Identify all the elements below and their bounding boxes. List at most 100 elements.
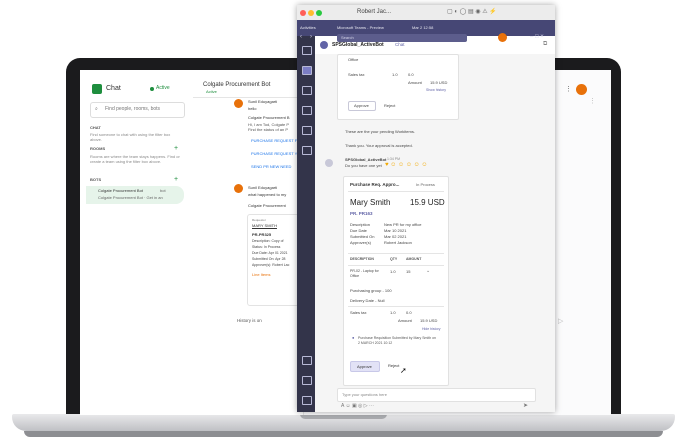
calendar-icon[interactable] xyxy=(302,106,312,115)
search-icon: ⌕ xyxy=(95,106,98,112)
send-icon[interactable]: ➤ xyxy=(523,403,528,409)
bot-list-item[interactable]: Colgate Procurement Bot bot Colgate Proc… xyxy=(86,186,184,204)
compose-box[interactable]: Type your questions here xyxy=(337,388,536,402)
chevron-down-icon[interactable]: ⌄ xyxy=(426,269,430,274)
more-icon[interactable]: ⋮ xyxy=(589,98,596,105)
compose-placeholder: Type your questions here xyxy=(342,392,387,397)
approve-button[interactable]: Approve xyxy=(350,361,380,372)
desc-label: Description xyxy=(350,222,371,227)
reaction-icons[interactable]: ♥ ☺ ☺ ☺ ☺ ☺ xyxy=(385,162,428,168)
pr-due: Due Date: Apr 01 2021 xyxy=(252,251,288,255)
menu-status-icons: ▢ ◐ ◯ ▤ ◉ ⚠ ⚡ xyxy=(447,9,497,15)
bot-name: Colgate Procurement Bot xyxy=(98,188,143,193)
col-description: DESCRIPTION xyxy=(350,257,374,261)
conversation-status: Active xyxy=(206,89,217,94)
chat-empty-text: Find someone to chat with using the filt… xyxy=(90,132,171,142)
msg1-text: hello xyxy=(248,106,257,111)
calls-icon[interactable] xyxy=(302,126,312,135)
chat-icon[interactable] xyxy=(302,66,312,75)
search-placeholder: Find people, rooms, bots xyxy=(105,106,161,112)
teams-user-avatar[interactable] xyxy=(498,33,507,42)
divider xyxy=(348,265,444,266)
apps-grid-icon[interactable]: ⋮ xyxy=(565,86,572,93)
teams-app-rail xyxy=(297,36,315,412)
desc-value: New PR for my office xyxy=(384,222,422,227)
conversation-pane: Colgate Procurement Bot Active Sunil Edu… xyxy=(193,70,305,415)
popout-icon[interactable]: ⧉ xyxy=(543,41,547,47)
sales-tax-qty: 1.0 xyxy=(392,72,398,77)
pr-submitted: Submitted On: Apr 28 xyxy=(252,257,286,261)
section-bots: BOTS xyxy=(90,177,102,182)
forward-arrow-icon[interactable]: › xyxy=(310,34,312,40)
bot-sender: SPSGlobal_ActiveBot xyxy=(345,157,387,162)
apps-icon[interactable] xyxy=(302,356,312,365)
amount-label: Amount xyxy=(408,80,422,85)
amount-value: 15.9 USD xyxy=(430,80,448,85)
msg2-text: what happened to my xyxy=(248,192,287,197)
activity-icon[interactable] xyxy=(302,46,312,55)
history-bullet-icon: ● xyxy=(352,335,355,340)
search-box[interactable]: ⌕ Find people, rooms, bots xyxy=(90,102,185,118)
msg-pending: These are the your pending Workitems. xyxy=(345,129,415,134)
files-icon[interactable] xyxy=(302,146,312,155)
card-title: Purchase Req. Appro... xyxy=(350,182,400,187)
bot-subtitle: Colgate Procurement Bot · Get in an xyxy=(98,195,163,200)
mouse-cursor-icon: ➚ xyxy=(400,366,407,375)
help-icon[interactable] xyxy=(302,376,312,385)
status-label[interactable]: Active xyxy=(156,86,170,91)
section-chat: CHAT xyxy=(90,125,101,130)
zoom-window-icon[interactable] xyxy=(316,10,322,16)
bot-reply-name: Colgate Procurement B xyxy=(248,115,290,120)
teams-search-box[interactable]: Search xyxy=(337,34,467,42)
link-send-pr[interactable]: SEND PR NEW NEED xyxy=(251,165,291,169)
pr-id: PR-PR325 xyxy=(252,232,272,237)
window-controls-icon[interactable]: – □ × xyxy=(530,34,544,40)
msg-thanks: Thank you. Your approval is accepted. xyxy=(345,143,413,148)
col-amount: AMOUNT xyxy=(406,257,422,261)
tab-chat[interactable]: Chat xyxy=(395,42,405,48)
approver-label: Approver(s) xyxy=(350,240,371,245)
due-label: Due Date xyxy=(350,228,367,233)
window-title: Microsoft Teams - Preview xyxy=(337,25,384,30)
link-purchase-request-2[interactable]: PURCHASE REQUEST Y xyxy=(251,152,297,156)
sales-tax-value: 0.0 xyxy=(408,72,414,77)
send-icon[interactable]: ▷ xyxy=(558,318,563,325)
pr-approval-card: Purchase Req. Appro... In Process Mary S… xyxy=(343,176,449,386)
status-dot-icon xyxy=(150,87,154,91)
bot-avatar xyxy=(325,159,333,167)
req-name: MARY SMITH xyxy=(252,223,277,228)
teams-icon[interactable] xyxy=(302,86,312,95)
delivery-date: Delivery Date - Null xyxy=(350,298,385,303)
item-office: Office xyxy=(348,57,359,62)
close-window-icon[interactable] xyxy=(300,10,306,16)
divider xyxy=(348,253,444,254)
hide-history-link[interactable]: Hide history xyxy=(422,327,440,332)
bot-time: 1:34 PM xyxy=(387,157,401,161)
reject-button[interactable]: Reject xyxy=(378,101,402,111)
app-title: Chat xyxy=(106,85,121,92)
compose-toolbar-icons[interactable]: A ☺ ▣ ◎ ▷ ⋯ xyxy=(341,404,374,409)
add-room-icon[interactable]: + xyxy=(174,145,178,152)
show-history-link[interactable]: Show history xyxy=(426,88,446,93)
teams-window: Robert Jac... ▢ ◐ ◯ ▤ ◉ ⚠ ⚡ Activities M… xyxy=(297,5,555,412)
pr-status: Status: In Process xyxy=(252,245,281,249)
pr-number: PR. PR163 xyxy=(350,211,373,216)
chat-logo-icon xyxy=(92,84,102,94)
bot-tag: bot xyxy=(160,188,166,193)
req-label: Requestor xyxy=(252,218,266,222)
link-purchase-request-1[interactable]: PURCHASE REQUEST F xyxy=(251,139,297,143)
add-bot-icon[interactable]: + xyxy=(174,176,178,183)
item-name: PR-02 - Laptop for Office xyxy=(350,269,379,278)
conversation-title: Colgate Procurement Bot xyxy=(203,82,271,88)
avatar xyxy=(234,184,243,193)
sales-tax-label: Sales tax xyxy=(348,72,365,77)
minimize-window-icon[interactable] xyxy=(308,10,314,16)
card-amount: 15.9 USD xyxy=(420,318,438,323)
device-icon[interactable] xyxy=(302,396,312,405)
approve-button[interactable]: Approve xyxy=(348,101,376,111)
back-arrow-icon[interactable]: ‹ xyxy=(300,34,302,40)
teams-search-placeholder: Search xyxy=(341,35,354,40)
account-avatar[interactable] xyxy=(576,84,587,95)
bot-greet-2: Find the status of an P xyxy=(248,127,289,132)
line-items-link[interactable]: Line Items xyxy=(252,273,270,277)
